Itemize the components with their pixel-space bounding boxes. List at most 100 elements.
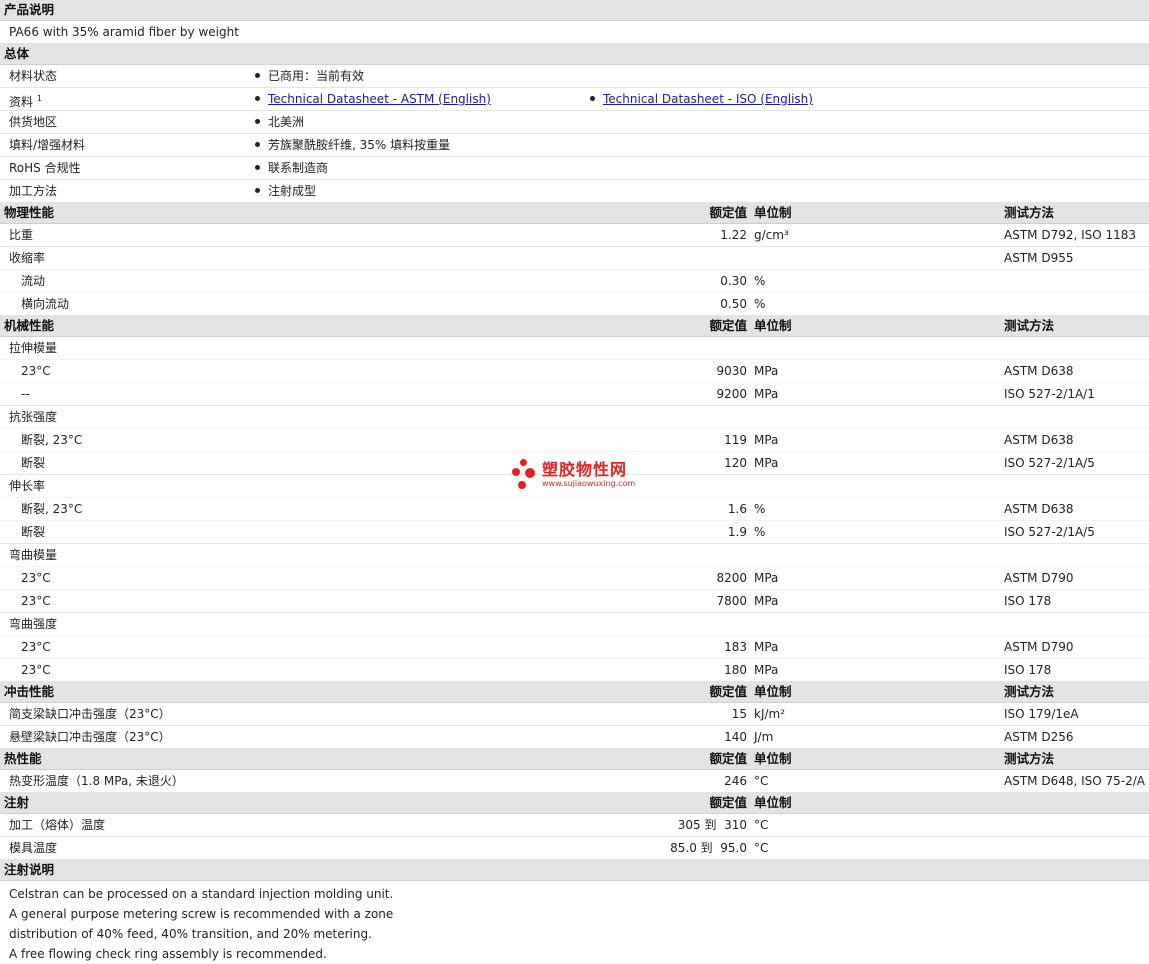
section-title: 总体 (4, 46, 30, 61)
property-label: 悬壁梁缺口冲击强度（23°C） (9, 730, 171, 744)
docs-label: 资料 1 (9, 94, 42, 109)
property-label: 抗张强度 (9, 410, 58, 424)
property-label: 模具温度 (9, 841, 58, 855)
property-unit: MPa (754, 433, 779, 447)
property-method: ASTM D792, ISO 1183 (1004, 228, 1137, 242)
header-method: 测试方法 (1004, 684, 1055, 699)
watermark-text: 塑胶物性网 (542, 460, 628, 479)
property-row: 简支梁缺口冲击强度（23°C） 15 kJ/m² ISO 179/1eA (0, 703, 1149, 726)
property-label: 断裂, 23°C (21, 502, 83, 516)
doc-astm: Technical Datasheet - ASTM (English) (255, 88, 491, 110)
property-unit: MPa (754, 387, 779, 401)
property-method: ASTM D638 (1004, 502, 1074, 516)
property-label: 加工（熔体）温度 (9, 818, 106, 832)
bullet-icon (255, 73, 260, 78)
section-title: 机械性能 (4, 318, 55, 333)
property-unit: g/cm³ (754, 228, 789, 242)
property-unit: MPa (754, 640, 779, 654)
property-label: 横向流动 (21, 297, 70, 311)
general-rohs-row: RoHS 合规性 联系制造商 (0, 157, 1149, 180)
doc-iso: Technical Datasheet - ISO (English) (590, 88, 813, 110)
logo-dot-icon (520, 459, 527, 466)
filler-label: 填料/增强材料 (9, 138, 86, 152)
product-description-row: PA66 with 35% aramid fiber by weight (0, 21, 1149, 44)
property-label: 弯曲模量 (9, 548, 58, 562)
property-row: 加工（熔体）温度 305 到 310 °C (0, 814, 1149, 837)
process-value: 注射成型 (255, 180, 316, 202)
property-value: 0.50 (720, 297, 747, 311)
bullet-icon (255, 119, 260, 124)
property-row: -- 9200 MPa ISO 527-2/1A/1 (0, 383, 1149, 406)
header-method: 测试方法 (1004, 751, 1055, 766)
property-unit: MPa (754, 456, 779, 470)
property-value: 119 (724, 433, 747, 447)
doc-iso-link[interactable]: Technical Datasheet - ISO (English) (603, 92, 813, 106)
bullet-icon (255, 142, 260, 147)
property-label: 拉伸模量 (9, 341, 58, 355)
section-mechanical: 机械性能 额定值 单位制 测试方法 (0, 316, 1149, 337)
property-method: ASTM D638 (1004, 364, 1074, 378)
property-unit: % (754, 274, 766, 288)
section-title: 物理性能 (4, 205, 55, 220)
doc-astm-link[interactable]: Technical Datasheet - ASTM (English) (268, 92, 491, 106)
property-row: 断裂, 23°C 119 MPa ASTM D638 (0, 429, 1149, 452)
injection-notes: Celstran can be processed on a standard … (0, 881, 1149, 964)
property-unit: kJ/m² (754, 707, 786, 721)
watermark-url: www.sujiaowuxing.com (542, 479, 636, 488)
note-line: distribution of 40% feed, 40% transition… (9, 927, 372, 941)
property-label: 比重 (9, 228, 34, 242)
property-row: 弯曲强度 (0, 613, 1149, 636)
property-value: 7800 (716, 594, 747, 608)
property-value: 1.6 (727, 502, 747, 516)
logo-dot-icon (512, 468, 520, 476)
section-injection: 注射 额定值 单位制 (0, 793, 1149, 814)
header-value: 额定值 (709, 318, 747, 333)
property-value: 140 (724, 730, 747, 744)
section-product-description: 产品说明 (0, 0, 1149, 21)
property-method: ISO 527-2/1A/1 (1004, 387, 1095, 401)
bullet-icon (255, 188, 260, 193)
note-line: A general purpose metering screw is reco… (9, 907, 394, 921)
general-status-row: 材料状态 已商用：当前有效 (0, 65, 1149, 88)
property-method: ISO 527-2/1A/5 (1004, 456, 1095, 470)
header-value: 额定值 (709, 684, 747, 699)
section-title: 注射说明 (4, 862, 55, 877)
property-unit: MPa (754, 663, 779, 677)
header-method: 测试方法 (1004, 318, 1055, 333)
property-row: 抗张强度 (0, 406, 1149, 429)
header-unit: 单位制 (754, 684, 792, 699)
property-row: 弯曲模量 (0, 544, 1149, 567)
property-row: 流动 0.30 % (0, 270, 1149, 293)
property-row: 拉伸模量 (0, 337, 1149, 360)
general-region-row: 供货地区 北美洲 (0, 111, 1149, 134)
property-label: -- (21, 387, 30, 401)
property-value: 1.9 (727, 525, 747, 539)
header-value: 额定值 (709, 751, 747, 766)
property-method: ASTM D955 (1004, 251, 1074, 265)
property-row: 比重 1.22 g/cm³ ASTM D792, ISO 1183 (0, 224, 1149, 247)
region-label: 供货地区 (9, 115, 58, 129)
property-unit: MPa (754, 571, 779, 585)
property-value: 305 到 310 (677, 818, 747, 832)
property-label: 收缩率 (9, 251, 46, 265)
header-unit: 单位制 (754, 318, 792, 333)
property-value: 8200 (716, 571, 747, 585)
property-method: ASTM D790 (1004, 640, 1074, 654)
product-description-text: PA66 with 35% aramid fiber by weight (9, 25, 239, 39)
bullet-icon (255, 96, 260, 101)
property-value: 0.30 (720, 274, 747, 288)
section-title: 产品说明 (4, 2, 55, 17)
bullet-icon (590, 96, 595, 101)
note-line: A free flowing check ring assembly is re… (9, 947, 327, 961)
section-physical: 物理性能 额定值 单位制 测试方法 (0, 203, 1149, 224)
property-row: 23°C 180 MPa ISO 178 (0, 659, 1149, 682)
property-value: 15 (731, 707, 747, 721)
section-thermal: 热性能 额定值 单位制 测试方法 (0, 749, 1149, 770)
property-row: 23°C 8200 MPa ASTM D790 (0, 567, 1149, 590)
section-title: 热性能 (4, 751, 42, 766)
property-value: 9200 (716, 387, 747, 401)
property-row: 23°C 7800 MPa ISO 178 (0, 590, 1149, 613)
property-value: 85.0 到 95.0 (670, 841, 747, 855)
logo-dot-icon (518, 481, 526, 489)
rohs-value: 联系制造商 (255, 157, 328, 179)
